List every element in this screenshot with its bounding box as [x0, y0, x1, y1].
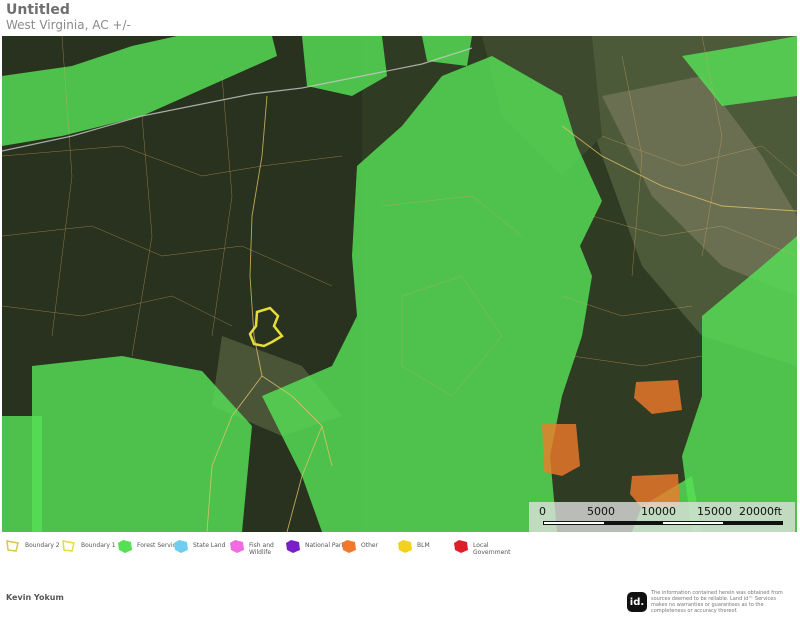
scale-label-2: 10000: [641, 505, 676, 518]
scale-label-1: 5000: [587, 505, 615, 518]
legend-label: Other: [361, 542, 379, 549]
boundary-1-swatch: [62, 540, 75, 552]
scale-label-4: 20000ft: [739, 505, 782, 518]
map-view[interactable]: 0 5000 10000 15000 20000ft: [2, 36, 797, 532]
scale-label-0: 0: [539, 505, 546, 518]
legend-item-fish-and-wildlife: Fish and Wildlife: [228, 538, 289, 556]
legend-label: Boundary 2: [25, 542, 60, 549]
fish-and-wildlife-swatch: [230, 540, 244, 553]
blm-swatch: [398, 540, 412, 553]
legend-label: Fish and Wildlife: [249, 542, 274, 556]
legend-label: State Land: [193, 542, 226, 549]
author-name: Kevin Yokum: [6, 593, 64, 602]
scale-bar-graphic: [543, 521, 783, 525]
legend-item-state-land: State Land: [172, 538, 225, 554]
legend-label: Local Government: [473, 542, 511, 556]
legend-item-national-park: National Park: [284, 538, 345, 554]
legend-label: Boundary 1: [81, 542, 116, 549]
map-canvas: [2, 36, 797, 532]
legend-item-local-government: Local Government: [452, 538, 513, 556]
map-title: Untitled: [6, 2, 70, 18]
map-legend: Boundary 2 Boundary 1 Forest Servic Stat…: [0, 538, 800, 560]
other-swatch: [342, 540, 356, 553]
forest-service-swatch: [118, 540, 132, 553]
state-land-swatch: [174, 540, 188, 553]
land-id-logo: id.: [627, 592, 647, 612]
legend-label: Forest Servic: [137, 542, 176, 549]
legend-item-boundary-1: Boundary 1: [60, 538, 116, 554]
legend-item-forest-service: Forest Servic: [116, 538, 176, 554]
national-park-swatch: [286, 540, 300, 553]
legend-label: National Park: [305, 542, 345, 549]
boundary-2-swatch: [6, 540, 19, 552]
map-subtitle: West Virginia, AC +/-: [6, 18, 131, 32]
disclaimer-text: The information contained herein was obt…: [651, 590, 783, 614]
legend-item-blm: BLM: [396, 538, 430, 554]
legend-item-other: Other: [340, 538, 378, 554]
scale-label-3: 15000: [697, 505, 732, 518]
local-government-swatch: [454, 540, 468, 553]
legend-item-boundary-2: Boundary 2: [4, 538, 60, 554]
scale-bar: 0 5000 10000 15000 20000ft: [529, 502, 795, 532]
legend-label: BLM: [417, 542, 430, 549]
